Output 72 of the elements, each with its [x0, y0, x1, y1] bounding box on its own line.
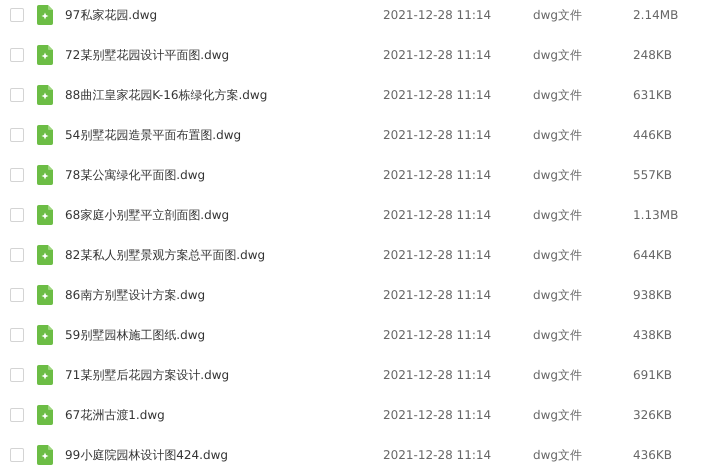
file-icon: [37, 365, 53, 385]
file-size: 438KB: [633, 328, 674, 342]
file-type: dwg文件: [533, 6, 584, 24]
modified-date: 2021-12-28 11:14: [383, 448, 492, 462]
file-name[interactable]: 68家庭小别墅平立剖面图.dwg: [65, 206, 383, 224]
modified-date: 2021-12-28 11:14: [383, 368, 492, 382]
file-type: dwg文件: [533, 166, 584, 184]
modified-date: 2021-12-28 11:14: [383, 48, 492, 62]
file-size: 557KB: [633, 168, 674, 182]
modified-date: 2021-12-28 11:14: [383, 248, 492, 262]
file-name[interactable]: 97私家花园.dwg: [65, 6, 383, 24]
checkbox[interactable]: [10, 408, 24, 422]
checkbox[interactable]: [10, 8, 24, 22]
file-icon: [37, 45, 53, 65]
file-name[interactable]: 71某别墅后花园方案设计.dwg: [65, 366, 383, 384]
file-name[interactable]: 82某私人别墅景观方案总平面图.dwg: [65, 246, 383, 264]
checkbox[interactable]: [10, 48, 24, 62]
file-size: 644KB: [633, 248, 674, 262]
checkbox[interactable]: [10, 168, 24, 182]
checkbox[interactable]: [10, 248, 24, 262]
checkbox[interactable]: [10, 368, 24, 382]
file-size: 1.13MB: [633, 208, 680, 222]
file-type: dwg文件: [533, 326, 584, 344]
file-type: dwg文件: [533, 206, 584, 224]
file-type: dwg文件: [533, 46, 584, 64]
file-type: dwg文件: [533, 246, 584, 264]
file-type: dwg文件: [533, 366, 584, 384]
file-size: 436KB: [633, 448, 674, 462]
file-icon: [37, 245, 53, 265]
file-size: 248KB: [633, 48, 674, 62]
file-name[interactable]: 86南方别墅设计方案.dwg: [65, 286, 383, 304]
modified-date: 2021-12-28 11:14: [383, 208, 492, 222]
file-icon: [37, 5, 53, 25]
file-size: 326KB: [633, 408, 674, 422]
file-name[interactable]: 99小庭院园林设计图424.dwg: [65, 446, 383, 464]
file-icon: [37, 165, 53, 185]
checkbox[interactable]: [10, 328, 24, 342]
modified-date: 2021-12-28 11:14: [383, 288, 492, 302]
modified-date: 2021-12-28 11:14: [383, 168, 492, 182]
file-type: dwg文件: [533, 446, 584, 464]
file-size: 631KB: [633, 88, 674, 102]
file-type: dwg文件: [533, 406, 584, 424]
modified-date: 2021-12-28 11:14: [383, 128, 492, 142]
modified-date: 2021-12-28 11:14: [383, 328, 492, 342]
file-size: 691KB: [633, 368, 674, 382]
file-icon: [37, 205, 53, 225]
file-icon: [37, 285, 53, 305]
checkbox[interactable]: [10, 128, 24, 142]
modified-date: 2021-12-28 11:14: [383, 88, 492, 102]
file-name[interactable]: 67花洲古渡1.dwg: [65, 406, 383, 424]
file-name[interactable]: 54别墅花园造景平面布置图.dwg: [65, 126, 383, 144]
file-size: 938KB: [633, 288, 674, 302]
file-name[interactable]: 59别墅园林施工图纸.dwg: [65, 326, 383, 344]
file-name[interactable]: 72某别墅花园设计平面图.dwg: [65, 46, 383, 64]
checkbox[interactable]: [10, 288, 24, 302]
file-icon: [37, 85, 53, 105]
file-type: dwg文件: [533, 286, 584, 304]
checkbox[interactable]: [10, 208, 24, 222]
file-size: 2.14MB: [633, 8, 680, 22]
checkbox[interactable]: [10, 448, 24, 462]
file-name[interactable]: 78某公寓绿化平面图.dwg: [65, 166, 383, 184]
file-icon: [37, 325, 53, 345]
checkbox[interactable]: [10, 88, 24, 102]
file-icon: [37, 445, 53, 465]
file-size: 446KB: [633, 128, 674, 142]
file-name[interactable]: 88曲江皇家花园K-16栋绿化方案.dwg: [65, 86, 383, 104]
file-icon: [37, 125, 53, 145]
file-type: dwg文件: [533, 126, 584, 144]
file-type: dwg文件: [533, 86, 584, 104]
modified-date: 2021-12-28 11:14: [383, 408, 492, 422]
file-icon: [37, 405, 53, 425]
modified-date: 2021-12-28 11:14: [383, 8, 492, 22]
